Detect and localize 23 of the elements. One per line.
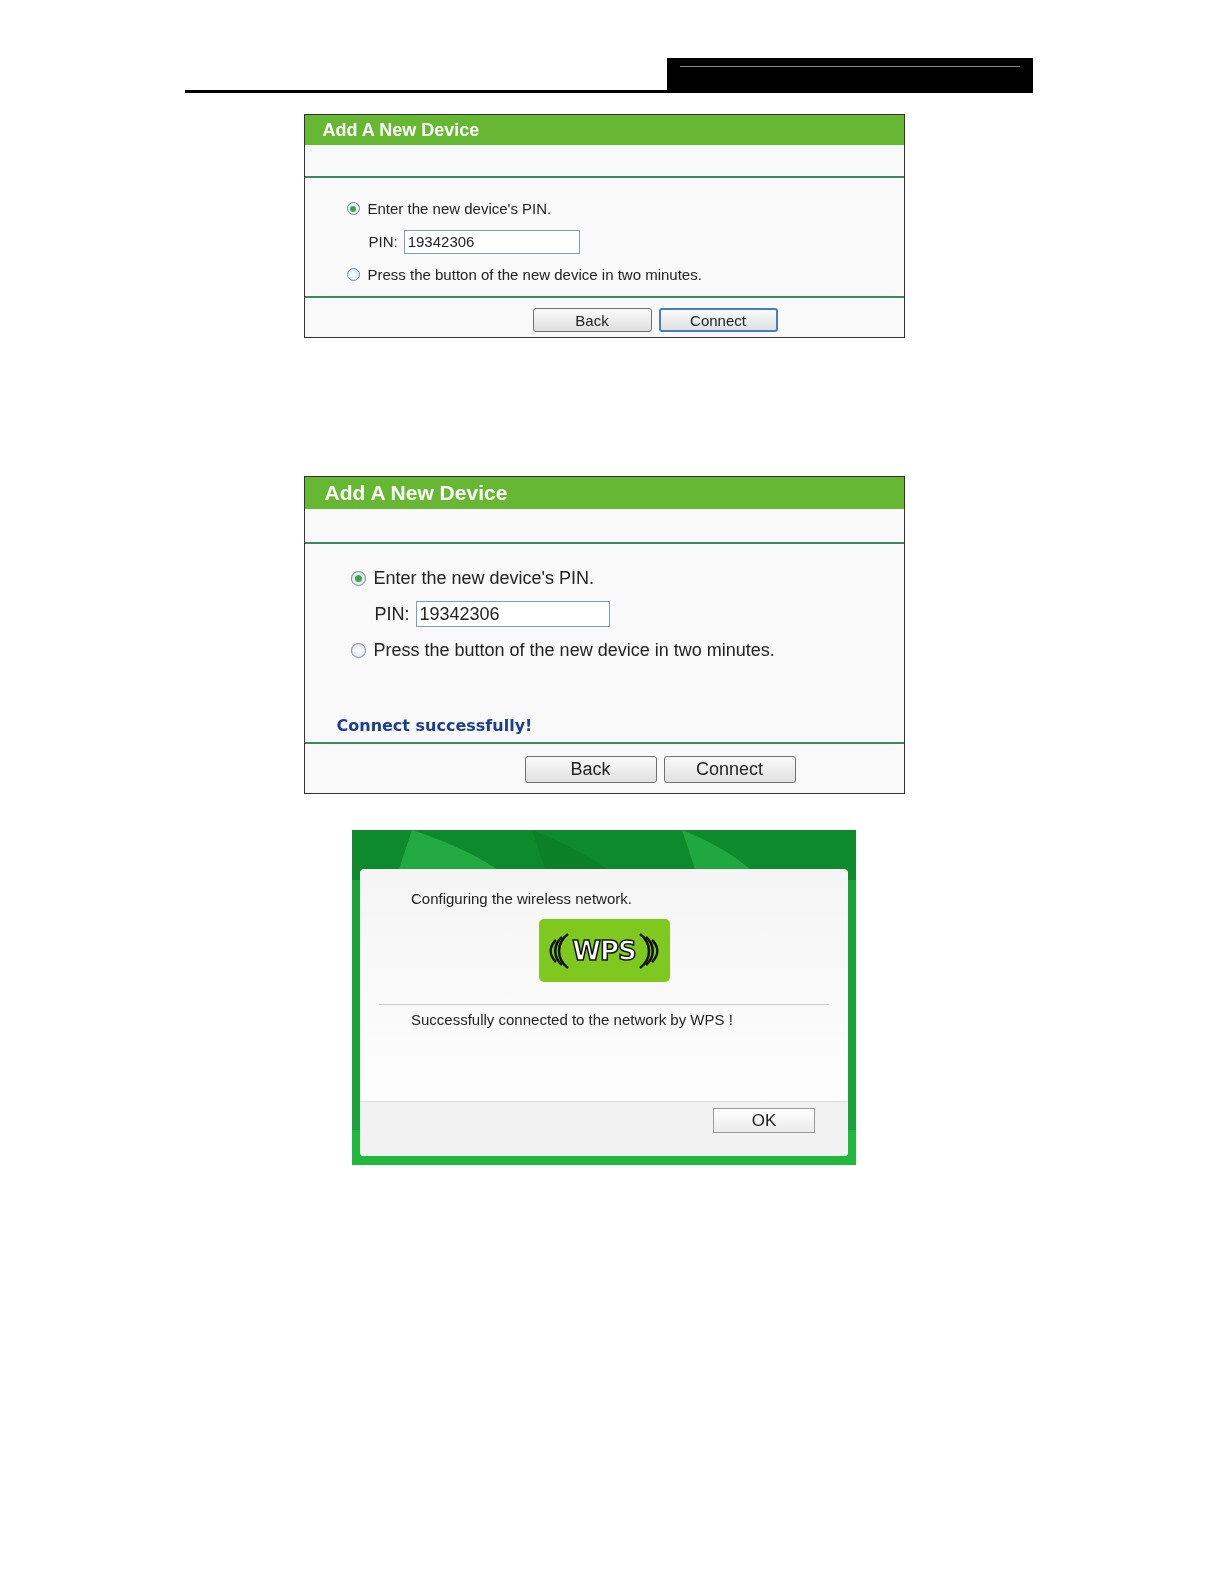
radio-button[interactable]	[350, 570, 366, 586]
pin-field[interactable]: 19342306	[415, 601, 610, 627]
back-button[interactable]: Back	[532, 308, 652, 332]
result-message: Successfully connected to the network by WPS !	[411, 1011, 734, 1028]
radio-button[interactable]	[346, 268, 360, 281]
back-button[interactable]: Back	[524, 756, 657, 783]
dialog-message: Configuring the wireless network.	[411, 890, 633, 907]
panel-title: Add A New Device	[304, 115, 904, 145]
panel-title: Add A New Device	[304, 477, 904, 509]
status-message: Connect successfully!	[336, 716, 534, 735]
pin-field[interactable]: 19342306	[403, 229, 580, 254]
option-label: Press the button of the new device in two minutes.	[373, 639, 775, 661]
pin-label: PIN:	[374, 603, 410, 625]
option-label: Enter the new device's PIN.	[367, 200, 552, 217]
radio-button[interactable]	[346, 202, 360, 215]
option-label: Press the button of the new device in two minutes.	[367, 266, 702, 283]
radio-button[interactable]	[350, 642, 366, 658]
ok-button[interactable]: OK	[713, 1108, 815, 1133]
pin-label: PIN:	[368, 233, 398, 250]
wps-logo: WPS	[538, 919, 670, 982]
option-label: Enter the new device's PIN.	[373, 567, 595, 589]
connect-button[interactable]: Connect	[663, 756, 796, 783]
connect-button[interactable]: Connect	[658, 308, 778, 332]
